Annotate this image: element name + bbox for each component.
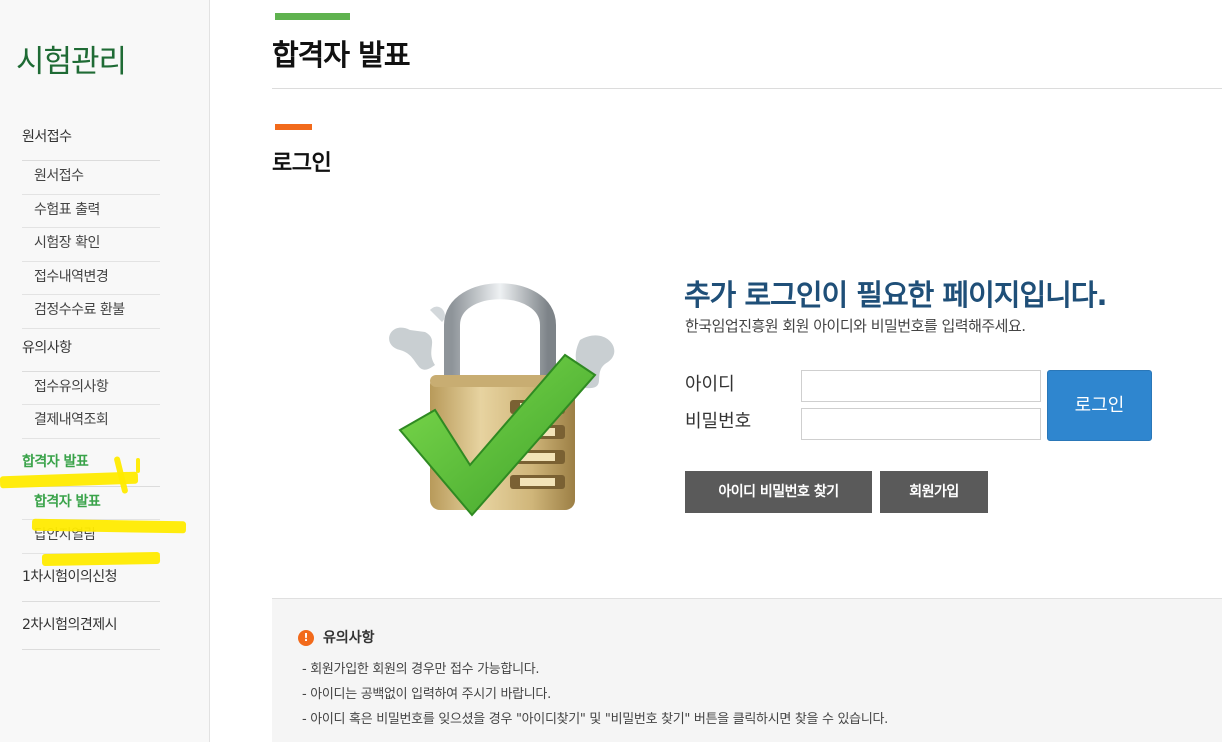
- highlight-mark: [136, 458, 140, 473]
- sidebar: 시험관리 원서접수 원서접수 수험표 출력 시험장 확인 접수내역변경 검정수수…: [0, 0, 210, 742]
- title-accent-bar: [275, 13, 350, 20]
- sidebar-group-notes[interactable]: 유의사항: [22, 329, 160, 372]
- sidebar-item-admission-ticket[interactable]: 수험표 출력: [22, 195, 160, 228]
- password-input[interactable]: [801, 408, 1041, 440]
- sidebar-item-results[interactable]: 합격자 발표: [22, 487, 160, 520]
- sidebar-item-application-notes[interactable]: 접수유의사항: [22, 372, 160, 405]
- sidebar-item-change-application[interactable]: 접수내역변경: [22, 262, 160, 295]
- find-id-password-button[interactable]: 아이디 비밀번호 찾기: [685, 471, 872, 513]
- page-title: 합격자 발표: [272, 38, 410, 72]
- login-button[interactable]: 로그인: [1047, 370, 1152, 441]
- sidebar-item-exam-site[interactable]: 시험장 확인: [22, 228, 160, 262]
- padlock-check-icon: [389, 283, 615, 517]
- sidebar-item-fee-refund[interactable]: 검정수수료 환불: [22, 295, 160, 329]
- login-headline: 추가 로그인이 필요한 페이지입니다.: [684, 278, 1108, 312]
- id-label: 아이디: [685, 374, 735, 395]
- sidebar-title: 시험관리: [16, 44, 127, 80]
- highlight-mark: [41, 551, 161, 567]
- notice-title: 유의사항: [323, 630, 375, 646]
- sidebar-item-application[interactable]: 원서접수: [22, 161, 160, 195]
- password-label: 비밀번호: [685, 411, 752, 432]
- notice-item: - 회원가입한 회원의 경우만 접수 가능합니다.: [302, 662, 540, 677]
- section-accent-bar: [275, 124, 312, 130]
- title-divider: [272, 88, 1222, 89]
- notice-item: - 아이디 혹은 비밀번호를 잊으셨을 경우 "아이디찾기" 및 "비밀번호 찾…: [302, 712, 888, 727]
- sidebar-menu: 원서접수 원서접수 수험표 출력 시험장 확인 접수내역변경 검정수수료 환불 …: [22, 118, 160, 650]
- sidebar-group-opinion[interactable]: 2차시험의견제시: [22, 602, 160, 650]
- section-title: 로그인: [272, 151, 332, 176]
- notice-box: ! 유의사항 - 회원가입한 회원의 경우만 접수 가능합니다. - 아이디는 …: [272, 598, 1222, 742]
- notice-item: - 아이디는 공백없이 입력하여 주시기 바랍니다.: [302, 687, 551, 702]
- notice-list: - 회원가입한 회원의 경우만 접수 가능합니다. - 아이디는 공백없이 입력…: [302, 659, 888, 734]
- sidebar-group-application[interactable]: 원서접수: [22, 118, 160, 161]
- signup-button[interactable]: 회원가입: [880, 471, 988, 513]
- warning-icon: !: [298, 630, 314, 646]
- id-input[interactable]: [801, 370, 1041, 402]
- login-description: 한국임업진흥원 회원 아이디와 비밀번호를 입력해주세요.: [685, 317, 1026, 335]
- sidebar-item-payment-history[interactable]: 결제내역조회: [22, 405, 160, 439]
